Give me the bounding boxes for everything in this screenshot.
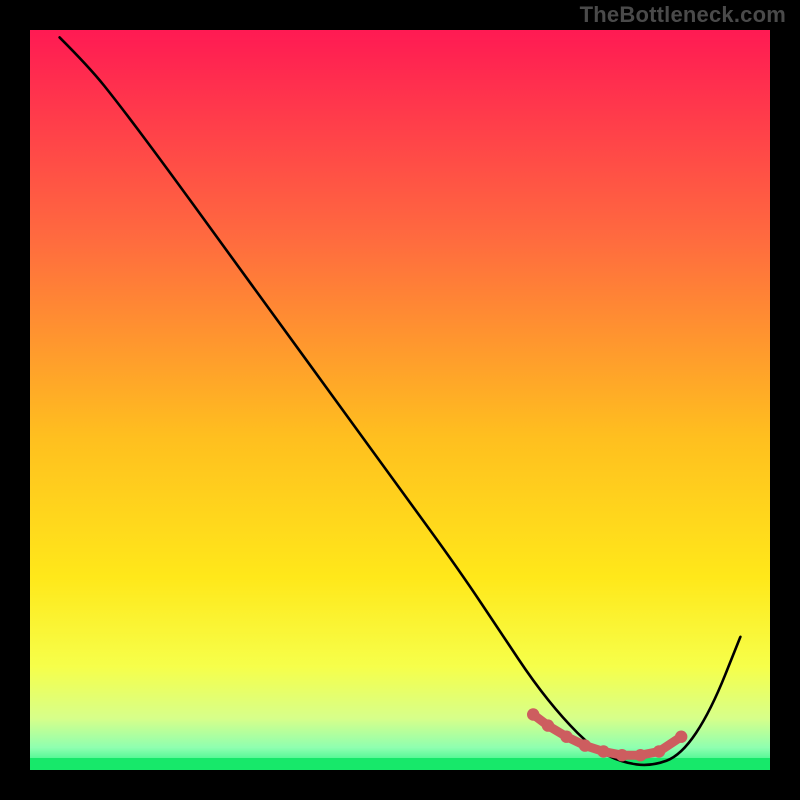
optimal-range-dot — [527, 708, 539, 720]
optimal-range-dot — [579, 739, 591, 751]
chart-frame: TheBottleneck.com — [0, 0, 800, 800]
bottleneck-chart — [0, 0, 800, 800]
optimal-range-dot — [542, 719, 554, 731]
plot-background — [30, 30, 770, 770]
optimal-range-dot — [675, 731, 687, 743]
watermark-text: TheBottleneck.com — [580, 2, 786, 28]
optimal-range-dot — [634, 749, 646, 761]
optimal-range-dot — [653, 745, 665, 757]
optimal-range-dot — [616, 749, 628, 761]
optimal-range-dot — [597, 745, 609, 757]
optimal-range-dot — [560, 731, 572, 743]
